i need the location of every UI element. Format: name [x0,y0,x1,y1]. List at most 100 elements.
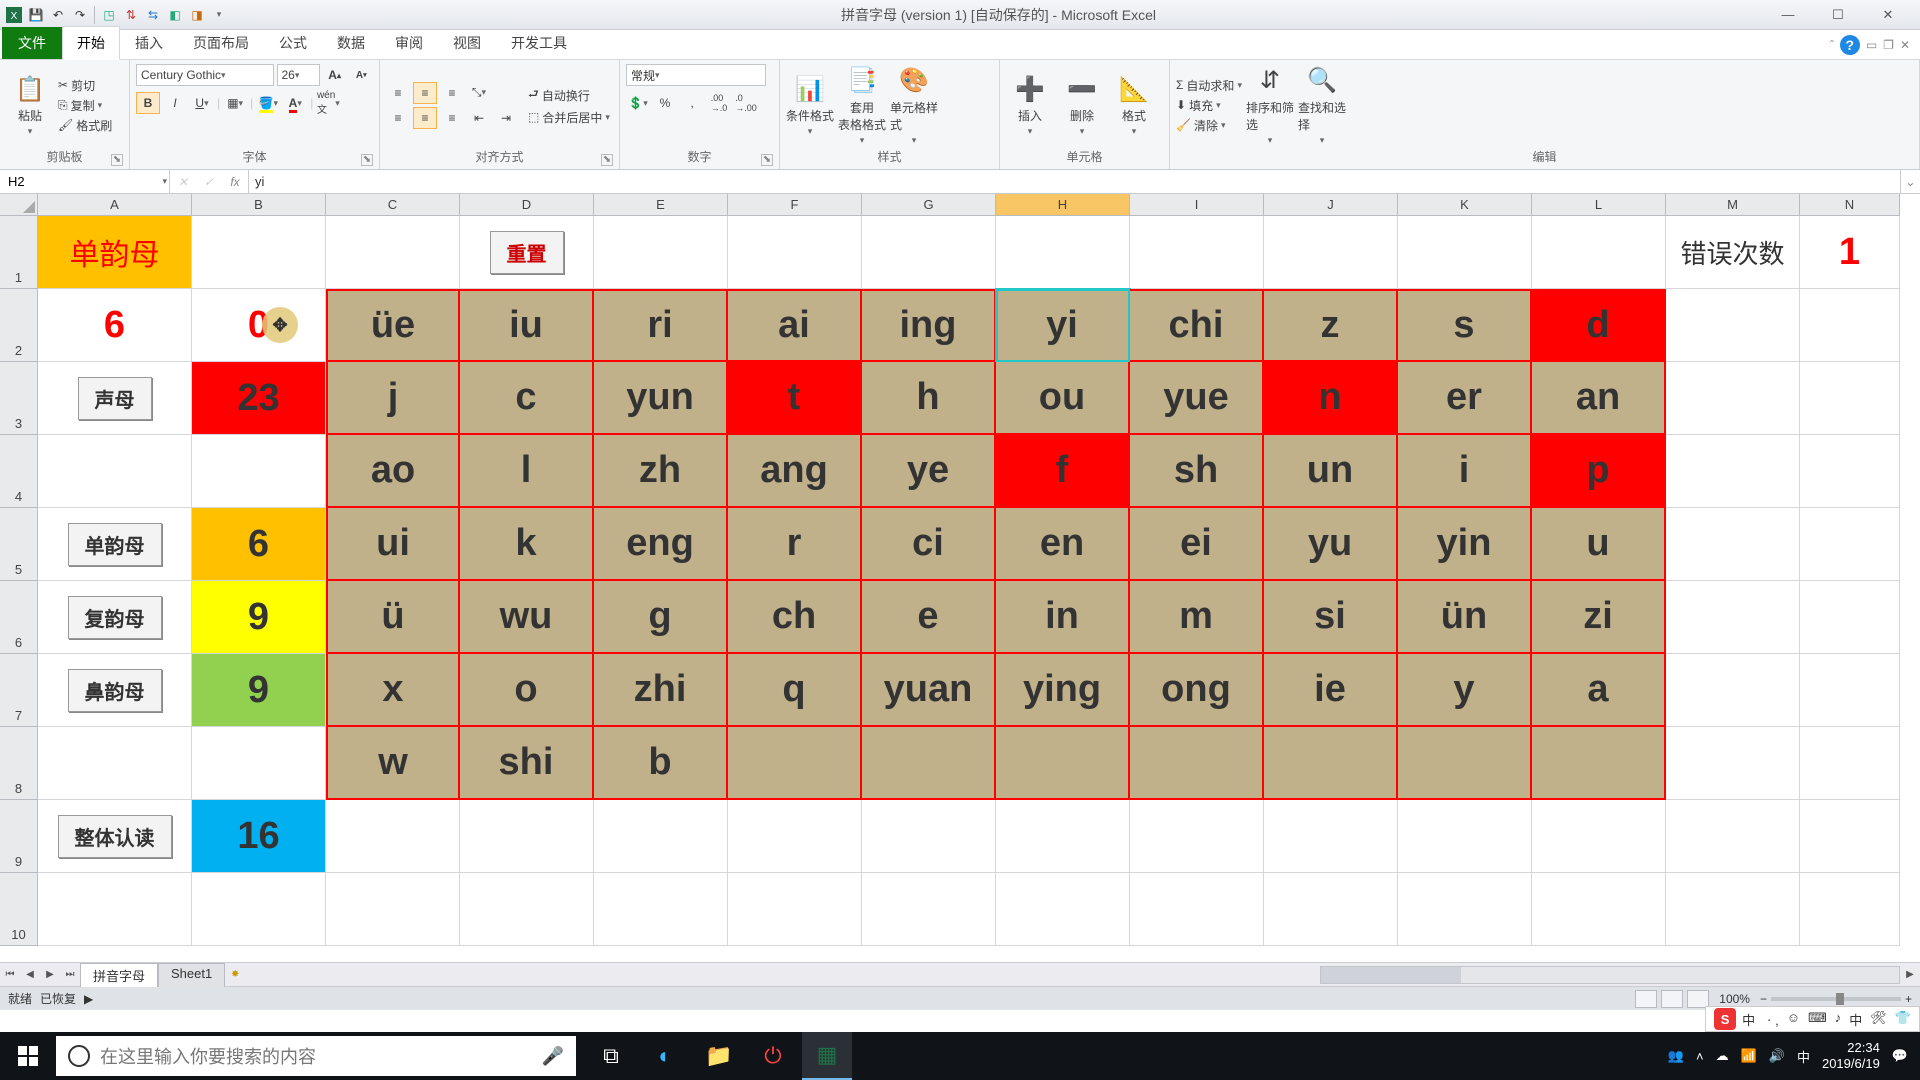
clear-button[interactable]: 🧹清除 [1176,117,1242,134]
cell-F8[interactable] [728,727,862,800]
ime-item-3[interactable]: ⌨ [1808,1010,1827,1029]
row-header-6[interactable]: 6 [0,581,38,654]
undo-icon[interactable]: ↶ [48,5,68,25]
col-header-K[interactable]: K [1398,194,1532,216]
window-close-icon[interactable]: ✕ [1900,38,1910,52]
cell-E10[interactable] [594,873,728,946]
cell-M8[interactable] [1666,727,1800,800]
col-header-M[interactable]: M [1666,194,1800,216]
cell-N9[interactable] [1800,800,1900,873]
horizontal-scrollbar[interactable] [1320,966,1900,984]
format-cells-button[interactable]: 📐格式 [1110,64,1158,146]
qat-custom-4-icon[interactable]: ◧ [165,5,185,25]
cell-F1[interactable] [728,216,862,289]
excel-icon[interactable]: X [4,5,24,25]
format-painter-button[interactable]: 🖌格式刷 [58,117,112,134]
sort-filter-button[interactable]: ⇵排序和筛选 [1246,64,1294,146]
cell-C7[interactable]: x [326,654,460,727]
cell-D2[interactable]: iu [460,289,594,362]
wrap-text-button[interactable]: ⮐自动换行 [528,85,610,106]
cell-J1[interactable] [1264,216,1398,289]
ime-toolbar[interactable]: S 中ㆍ,☺⌨♪中🛠👕 [1705,1006,1920,1032]
cancel-formula-icon[interactable]: ✕ [170,175,196,189]
tray-ime-icon[interactable]: 中 [1797,1047,1810,1066]
cell-G10[interactable] [862,873,996,946]
sheet-tab-0[interactable]: 拼音字母 [80,963,158,987]
mic-icon[interactable]: 🎤 [542,1046,564,1067]
cell-L10[interactable] [1532,873,1666,946]
cell-I6[interactable]: m [1130,581,1264,654]
taskbar-excel-icon[interactable]: ▦ [802,1032,852,1080]
cell-F2[interactable]: ai [728,289,862,362]
cell-G3[interactable]: h [862,362,996,435]
cell-L4[interactable]: p [1532,435,1666,508]
minimize-button[interactable]: — [1768,4,1808,26]
cell-H8[interactable] [996,727,1130,800]
taskbar-explorer-icon[interactable]: 📁 [694,1032,744,1080]
cell-I2[interactable]: chi [1130,289,1264,362]
cell-G6[interactable]: e [862,581,996,654]
cell-A7[interactable]: 鼻韵母 [38,654,192,727]
format-as-table-button[interactable]: 📑套用 表格格式 [838,64,886,146]
cell-L9[interactable] [1532,800,1666,873]
qat-custom-1-icon[interactable]: ◳ [99,5,119,25]
cell-K9[interactable] [1398,800,1532,873]
cell-D8[interactable]: shi [460,727,594,800]
zoom-slider[interactable] [1771,997,1901,1001]
align-middle-button[interactable]: ≡ [413,82,437,104]
col-header-A[interactable]: A [38,194,192,216]
grow-font-button[interactable]: A▴ [323,64,347,86]
cell-C3[interactable]: j [326,362,460,435]
new-sheet-button[interactable]: ✸ [225,969,245,980]
fx-icon[interactable]: fx [222,175,248,189]
underline-button[interactable]: U [190,92,214,114]
cell-N8[interactable] [1800,727,1900,800]
cell-N1[interactable]: 1 [1800,216,1900,289]
ime-item-6[interactable]: 🛠 [1870,1010,1887,1029]
cell-N7[interactable] [1800,654,1900,727]
file-tab[interactable]: 文件 [2,27,62,59]
tray-onedrive-icon[interactable]: ☁ [1716,1048,1729,1064]
taskbar-browser-icon[interactable]: ◐ [640,1032,690,1080]
align-bottom-button[interactable]: ≡ [440,82,464,104]
tray-wifi-icon[interactable]: 📶 [1741,1048,1757,1064]
cell-styles-button[interactable]: 🎨单元格样式 [890,64,938,146]
cell-J5[interactable]: yu [1264,508,1398,581]
macro-record-icon[interactable]: ▶ [84,992,93,1006]
cell-G9[interactable] [862,800,996,873]
align-top-button[interactable]: ≡ [386,82,410,104]
cell-N2[interactable] [1800,289,1900,362]
cell-K2[interactable]: s [1398,289,1532,362]
row-header-1[interactable]: 1 [0,216,38,289]
cell-M6[interactable] [1666,581,1800,654]
ribbon-tab-0[interactable]: 开始 [62,26,120,60]
align-right-button[interactable]: ≡ [440,107,464,129]
number-format-combo[interactable]: 常规 [626,64,766,86]
cell-B9[interactable]: 16 [192,800,326,873]
cell-H1[interactable] [996,216,1130,289]
tray-clock[interactable]: 22:34 2019/6/19 [1822,1040,1880,1071]
qat-custom-3-icon[interactable]: ⇆ [143,5,163,25]
qat-dropdown[interactable] [209,5,229,25]
cell-I10[interactable] [1130,873,1264,946]
row-header-2[interactable]: 2 [0,289,38,362]
sheet-button-整体认读[interactable]: 整体认读 [58,815,172,858]
cell-M3[interactable] [1666,362,1800,435]
first-sheet-button[interactable]: ⏮ [0,969,20,980]
cell-M4[interactable] [1666,435,1800,508]
col-header-F[interactable]: F [728,194,862,216]
col-header-G[interactable]: G [862,194,996,216]
comma-button[interactable]: , [680,92,704,114]
cell-H7[interactable]: ying [996,654,1130,727]
accounting-button[interactable]: 💲 [626,92,650,114]
col-header-E[interactable]: E [594,194,728,216]
font-dialog-launcher[interactable]: ⬊ [361,154,373,166]
cell-J3[interactable]: n [1264,362,1398,435]
prev-sheet-button[interactable]: ◀ [20,969,40,980]
cell-D3[interactable]: c [460,362,594,435]
save-icon[interactable]: 💾 [26,5,46,25]
cell-C1[interactable] [326,216,460,289]
fill-button[interactable]: ⬇填充 [1176,97,1242,114]
col-header-C[interactable]: C [326,194,460,216]
cell-K5[interactable]: yin [1398,508,1532,581]
